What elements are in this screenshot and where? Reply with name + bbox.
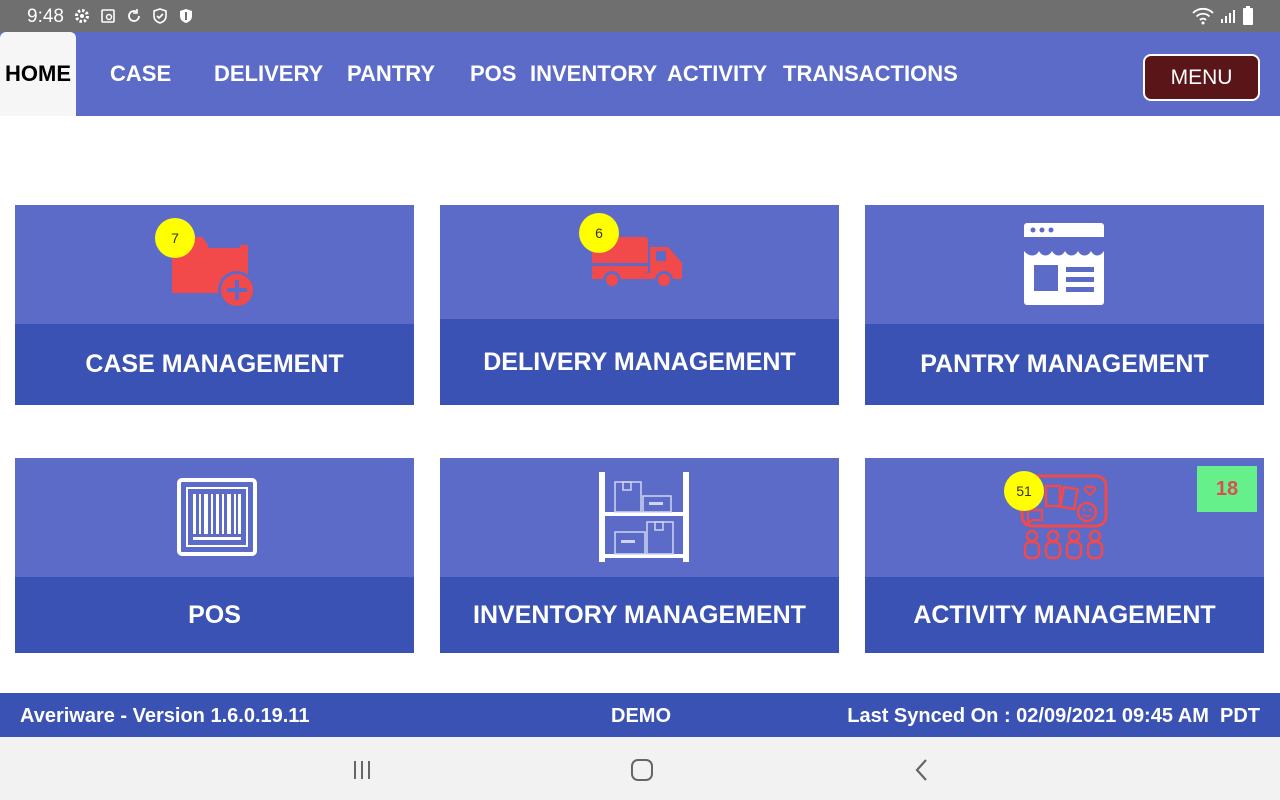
last-synced: Last Synced On : 02/09/2021 09:45 AM PDT: [847, 705, 1260, 727]
tab-case-label: CASE: [110, 61, 172, 86]
top-nav: HOME CASE DELIVERY PANTRY POS INVENTORY …: [0, 32, 1280, 116]
tab-pantry[interactable]: PANTRY: [347, 32, 435, 116]
gear-icon: [73, 7, 91, 25]
home-nav-icon[interactable]: [627, 755, 657, 785]
environment-label: DEMO: [611, 705, 671, 727]
tab-pos-label: POS: [470, 61, 517, 86]
card-delivery-management[interactable]: 6 DELIVERY MANAGEMENT: [440, 205, 839, 405]
battery-icon: [1242, 6, 1254, 31]
shield-icon: [177, 7, 195, 25]
barcode-icon: [177, 478, 257, 561]
tab-home[interactable]: HOME: [0, 32, 76, 116]
card-case-management[interactable]: 7 CASE MANAGEMENT: [15, 205, 414, 405]
system-nav-bar: [0, 737, 1280, 800]
activity-total-badge: 18: [1197, 466, 1257, 512]
card-title: POS: [15, 577, 414, 653]
tab-activity[interactable]: ACTIVITY: [667, 32, 767, 116]
card-activity-management[interactable]: 51 18 ACTIVITY MANAGEMENT: [865, 458, 1264, 653]
tab-inventory[interactable]: INVENTORY: [530, 32, 657, 116]
signal-icon: [1220, 8, 1236, 29]
tab-pantry-label: PANTRY: [347, 61, 435, 86]
storefront-icon: [1024, 223, 1104, 310]
status-icons-left: [73, 7, 195, 25]
footer-bar: Averiware - Version 1.6.0.19.11 DEMO Las…: [0, 693, 1280, 737]
card-title: CASE MANAGEMENT: [15, 324, 414, 405]
card-title: DELIVERY MANAGEMENT: [440, 319, 839, 405]
case-count-badge: 7: [155, 218, 195, 258]
card-inventory-management[interactable]: INVENTORY MANAGEMENT: [440, 458, 839, 653]
recent-apps-icon[interactable]: [347, 755, 377, 785]
tab-transactions-label: TRANSACTIONS: [783, 61, 958, 86]
shield-check-icon: [151, 7, 169, 25]
card-title: PANTRY MANAGEMENT: [865, 324, 1264, 405]
tab-home-label: HOME: [5, 61, 71, 86]
card-title: INVENTORY MANAGEMENT: [440, 577, 839, 653]
tab-inventory-label: INVENTORY: [530, 61, 658, 86]
tab-delivery[interactable]: DELIVERY: [214, 32, 323, 116]
card-title: ACTIVITY MANAGEMENT: [865, 577, 1264, 653]
tab-case[interactable]: CASE: [110, 32, 171, 116]
status-bar: 9:48: [0, 0, 1280, 32]
card-pantry-management[interactable]: PANTRY MANAGEMENT: [865, 205, 1264, 405]
back-icon[interactable]: [907, 755, 937, 785]
app-version: Averiware - Version 1.6.0.19.11: [20, 705, 310, 727]
menu-button[interactable]: MENU: [1143, 54, 1260, 101]
tab-delivery-label: DELIVERY: [214, 61, 324, 86]
shelves-icon: [597, 470, 691, 569]
tab-transactions[interactable]: TRANSACTIONS: [783, 32, 958, 116]
activity-count-badge: 51: [1004, 471, 1044, 511]
status-time: 9:48: [27, 6, 64, 27]
screenshot-icon: [99, 7, 117, 25]
status-icons-right: [1192, 6, 1254, 31]
card-pos[interactable]: POS: [15, 458, 414, 653]
delivery-count-badge: 6: [579, 213, 619, 253]
wifi-icon: [1192, 7, 1214, 30]
tab-activity-label: ACTIVITY: [667, 61, 768, 86]
sync-icon: [125, 7, 143, 25]
tab-pos[interactable]: POS: [470, 32, 516, 116]
